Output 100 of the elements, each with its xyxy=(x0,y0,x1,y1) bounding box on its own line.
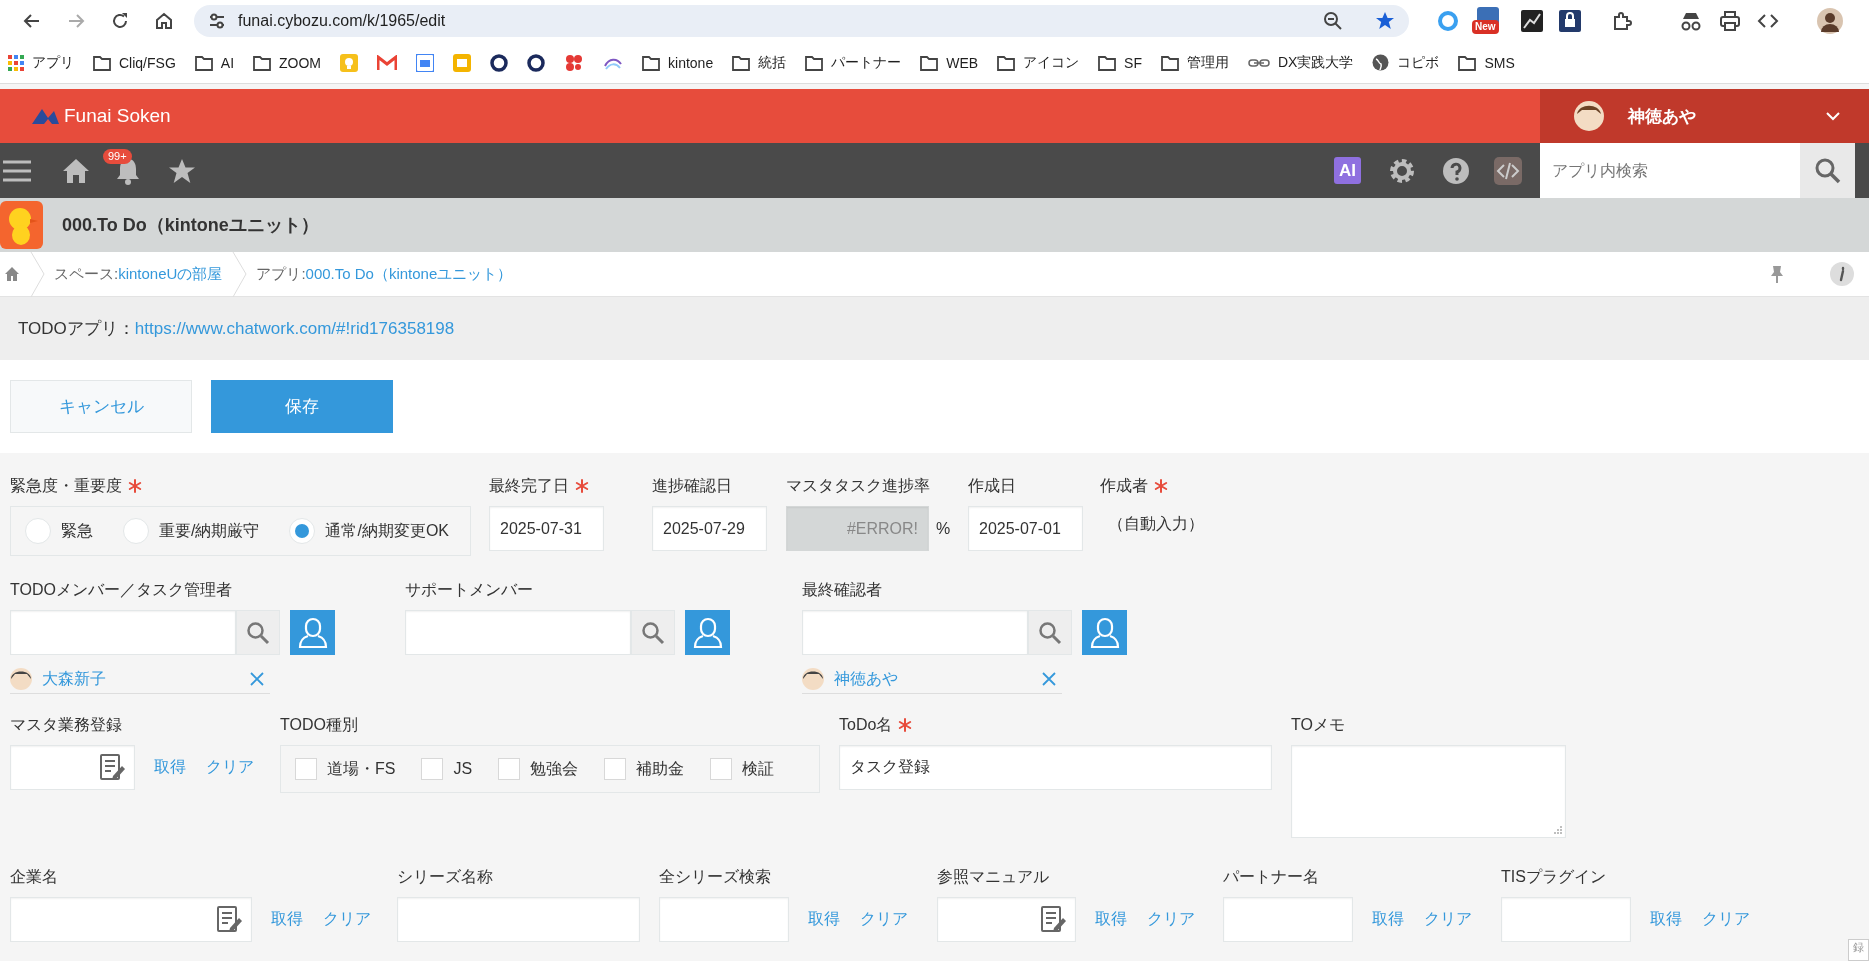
app-description: TODOアプリ：https://www.chatwork.com/#!rid176358198 xyxy=(0,297,1869,360)
bookmark[interactable]: アイコン xyxy=(997,53,1080,72)
bookmark[interactable]: 統括 xyxy=(732,53,787,72)
search-button[interactable] xyxy=(1800,143,1855,198)
save-button[interactable]: 保存 xyxy=(211,380,393,433)
bookmark[interactable]: SF xyxy=(1098,54,1142,71)
star-icon[interactable] xyxy=(168,157,196,184)
search-field[interactable]: アプリ内検索 xyxy=(1540,143,1800,198)
lookup-action-link[interactable]: クリア xyxy=(1702,909,1750,930)
lookup-action-link[interactable]: 取得 xyxy=(154,757,186,778)
user-search-field[interactable] xyxy=(10,610,236,655)
user-picker-button[interactable] xyxy=(685,610,730,655)
ring-icon[interactable] xyxy=(490,53,509,72)
lookup-field[interactable] xyxy=(10,745,135,790)
ai-button[interactable]: AI xyxy=(1334,157,1361,184)
bookmark[interactable]: コピボ xyxy=(1372,53,1440,72)
star-icon[interactable] xyxy=(1375,11,1395,31)
user-search-field[interactable] xyxy=(405,610,631,655)
lookup-action-link[interactable]: クリア xyxy=(860,909,908,930)
bookmark[interactable]: Cliq/FSG xyxy=(93,54,176,71)
checkbox[interactable] xyxy=(710,758,733,780)
checkbox[interactable] xyxy=(295,758,317,780)
user-search-field[interactable] xyxy=(802,610,1028,655)
home-icon[interactable] xyxy=(62,157,90,184)
bookmark[interactable]: WEB xyxy=(920,54,979,71)
cancel-button[interactable]: キャンセル xyxy=(10,380,192,433)
remove-icon[interactable] xyxy=(250,672,264,686)
info-icon[interactable] xyxy=(1829,261,1855,287)
radio-button[interactable] xyxy=(25,518,51,544)
lookup-field[interactable] xyxy=(10,897,252,942)
lookup-field[interactable] xyxy=(1501,897,1631,942)
date-field[interactable]: 2025-07-31 xyxy=(489,506,604,551)
lock-extension-icon[interactable] xyxy=(1559,10,1581,32)
incognito-icon[interactable] xyxy=(1679,10,1703,32)
search-button[interactable] xyxy=(236,610,280,655)
lookup-action-link[interactable]: 取得 xyxy=(1650,909,1682,930)
remove-icon[interactable] xyxy=(1042,672,1056,686)
reload-icon[interactable] xyxy=(110,11,130,31)
lookup-action-link[interactable]: 取得 xyxy=(808,909,840,930)
pin-icon[interactable] xyxy=(1770,265,1784,283)
checkbox[interactable] xyxy=(421,758,444,780)
text-field[interactable] xyxy=(397,897,640,942)
avatar-icon[interactable] xyxy=(1817,8,1843,34)
bookmark[interactable]: kintone xyxy=(642,54,714,71)
home-icon[interactable] xyxy=(154,11,174,31)
lookup-action-link[interactable]: クリア xyxy=(323,909,371,930)
lookup-action-link[interactable]: クリア xyxy=(1424,909,1472,930)
dots-icon[interactable] xyxy=(564,53,585,72)
checkbox-label: 補助金 xyxy=(636,758,685,779)
date-field[interactable]: 2025-07-01 xyxy=(968,506,1083,551)
bookmark[interactable]: パートナー xyxy=(805,53,902,72)
lookup-field[interactable] xyxy=(937,897,1076,942)
user-picker-button[interactable] xyxy=(290,610,335,655)
textarea-field[interactable] xyxy=(1291,745,1566,838)
menu-icon[interactable] xyxy=(3,158,31,183)
puzzle-icon[interactable] xyxy=(1611,10,1633,32)
ring-icon[interactable] xyxy=(527,53,546,72)
lookup-action-link[interactable]: クリア xyxy=(206,757,254,778)
lookup-field[interactable] xyxy=(659,897,789,942)
settings-icon[interactable] xyxy=(1388,156,1416,185)
checkbox[interactable] xyxy=(498,758,521,780)
checkbox[interactable] xyxy=(604,758,627,780)
search-button[interactable] xyxy=(1028,610,1072,655)
note-icon[interactable] xyxy=(1041,905,1067,934)
avatar-icon xyxy=(1574,101,1604,131)
radio-button[interactable] xyxy=(289,518,316,544)
bookmark[interactable]: SMS xyxy=(1458,54,1515,71)
user-link[interactable]: 神徳あや xyxy=(834,668,1032,690)
text-field[interactable]: タスク登録 xyxy=(839,745,1272,790)
bookmark[interactable]: ZOOM xyxy=(253,54,322,71)
help-icon[interactable] xyxy=(1442,156,1470,185)
lookup-action-link[interactable]: 取得 xyxy=(271,909,303,930)
lookup-field[interactable] xyxy=(1223,897,1353,942)
lookup-action-link[interactable]: クリア xyxy=(1147,909,1195,930)
lookup-action-link[interactable]: 取得 xyxy=(1095,909,1127,930)
breadcrumb-link[interactable]: kintoneUの部屋 xyxy=(118,264,223,284)
lookup-action-link[interactable]: 取得 xyxy=(1372,909,1404,930)
bookmark[interactable]: 管理用 xyxy=(1160,53,1229,72)
code-icon[interactable] xyxy=(1494,156,1522,185)
tune-icon[interactable] xyxy=(208,12,226,30)
bookmark[interactable]: AI xyxy=(194,54,235,71)
address-bar[interactable]: funai.cybozu.com/k/1965/edit xyxy=(194,5,1409,37)
new-badge: New xyxy=(1472,20,1499,34)
calendar-icon[interactable] xyxy=(416,53,435,72)
user-link[interactable]: 大森新子 xyxy=(42,668,240,690)
chart-extension-icon[interactable] xyxy=(1521,10,1543,32)
note-icon[interactable] xyxy=(217,905,243,934)
description-link[interactable]: https://www.chatwork.com/#!rid176358198 xyxy=(134,318,455,339)
search-button[interactable] xyxy=(631,610,675,655)
bookmark[interactable]: アプリ xyxy=(8,53,74,72)
bookmark[interactable]: DX実践大学 xyxy=(1247,53,1354,72)
side-tab[interactable]: 録 xyxy=(1848,939,1869,961)
user-picker-button[interactable] xyxy=(1082,610,1127,655)
user-menu[interactable]: 神徳あや xyxy=(1540,89,1869,143)
print-icon[interactable] xyxy=(1719,10,1741,32)
zoom-out-icon[interactable] xyxy=(1323,11,1343,31)
note-icon[interactable] xyxy=(100,753,126,782)
mail-icon[interactable] xyxy=(377,54,398,71)
radio-button[interactable] xyxy=(123,518,149,544)
date-field[interactable]: 2025-07-29 xyxy=(652,506,767,551)
